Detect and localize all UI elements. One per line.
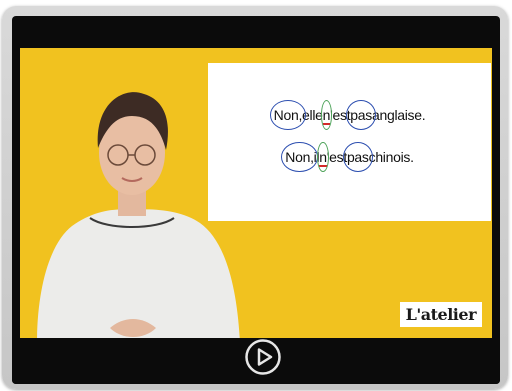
highlighted-word: pas	[342, 142, 373, 172]
highlighted-word: Non,	[269, 100, 307, 130]
video-frame[interactable]: Non,elle n'est pasanglaise. Non,il n'est pas…	[20, 48, 492, 338]
word: anglaise.	[371, 107, 426, 123]
control-bar	[12, 338, 500, 384]
video-screen: Non,elle n'est pasanglaise. Non,il n'est pas…	[12, 16, 500, 384]
word: chinois.	[368, 149, 414, 165]
highlighted-word: pas	[346, 100, 376, 130]
play-circle-icon[interactable]	[245, 339, 281, 375]
brand-logo: L'atelier	[399, 302, 482, 327]
highlighted-word-negation: n	[320, 100, 333, 130]
highlighted-word-negation: n	[317, 142, 329, 172]
video-player-frame: Non,elle n'est pasanglaise. Non,il n'est pas…	[2, 6, 508, 389]
slide-panel: Non,elle n'est pasanglaise. Non,il n'est pas…	[208, 63, 491, 221]
sentence-2: Non,il n'est paschinois.	[208, 142, 491, 172]
sentence-1: Non,elle n'est pasanglaise.	[208, 100, 491, 130]
highlighted-word: Non,	[281, 142, 318, 172]
